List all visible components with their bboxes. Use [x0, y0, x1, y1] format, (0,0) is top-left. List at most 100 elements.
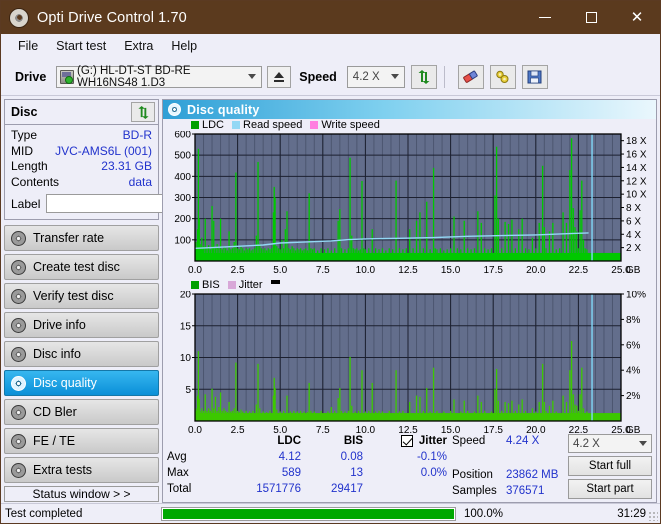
- sidebar-item-label: CD Bler: [33, 405, 77, 420]
- svg-text:4%: 4%: [626, 366, 641, 377]
- erase-button[interactable]: [457, 64, 484, 89]
- svg-text:7.5: 7.5: [316, 425, 330, 436]
- eject-icon-bar: [274, 79, 285, 82]
- menu-item-extra[interactable]: Extra: [115, 37, 162, 55]
- legend-item-write-speed: Write speed: [310, 119, 380, 131]
- chevron-down-icon: [390, 74, 399, 79]
- sidebar-item-cd-bler[interactable]: CD Bler: [4, 399, 159, 426]
- menu-item-help[interactable]: Help: [162, 37, 206, 55]
- svg-text:15.0: 15.0: [441, 425, 461, 436]
- speed-label: Speed: [299, 69, 337, 84]
- disc-properties: Type BD-R MID JVC-AMS6L (001) Length 23.…: [5, 125, 246, 219]
- panel-title: Disc quality: [187, 102, 260, 117]
- sidebar-item-create-test-disc[interactable]: Create test disc: [4, 254, 159, 281]
- legend-swatch-ldc: [191, 121, 199, 129]
- stats-row-label: Max: [167, 467, 189, 479]
- test-buttons: 4.2 X Start full Start part: [568, 433, 652, 499]
- test-readouts: Speed 4.24 X Position 23862 MB Samples 3…: [452, 433, 568, 499]
- drive-label: Drive: [15, 69, 47, 84]
- position-value: 23862 MB: [506, 469, 559, 481]
- sidebar-item-verify-test-disc[interactable]: Verify test disc: [4, 283, 159, 310]
- window-controls: ✕: [522, 1, 660, 34]
- sidebar-item-transfer-rate[interactable]: Transfer rate: [4, 225, 159, 252]
- samples-value: 376571: [506, 485, 545, 497]
- svg-text:10%: 10%: [626, 291, 646, 301]
- speed-select-value: 4.2 X: [352, 70, 380, 83]
- stats-max-jitter: 0.0%: [420, 467, 447, 479]
- readout-position: Position 23862 MB: [452, 467, 568, 483]
- menu-item-file[interactable]: File: [9, 37, 47, 55]
- close-button[interactable]: ✕: [614, 1, 660, 34]
- disc-refresh-button[interactable]: [131, 102, 155, 122]
- legend-marker-dash: [270, 280, 280, 284]
- legend-item-ldc: LDC: [191, 119, 224, 131]
- svg-text:10: 10: [180, 353, 192, 364]
- sidebar-item-label: Verify test disc: [33, 289, 114, 304]
- svg-text:20: 20: [180, 291, 192, 301]
- disc-icon: [11, 317, 26, 333]
- drive-select[interactable]: (G:) HL-DT-ST BD-RE WH16NS48 1.D3: [56, 64, 263, 89]
- test-speed-select-value: 4.2 X: [573, 437, 600, 450]
- stats-total-ldc: 1571776: [256, 483, 301, 495]
- svg-text:6 X: 6 X: [626, 216, 641, 227]
- sidebar-item-disc-quality[interactable]: Disc quality: [4, 370, 159, 397]
- jitter-checkbox[interactable]: [400, 435, 413, 447]
- svg-text:2 X: 2 X: [626, 243, 641, 254]
- start-part-button[interactable]: Start part: [568, 479, 652, 499]
- svg-text:400: 400: [174, 172, 191, 183]
- disc-label-label: Label: [11, 196, 41, 211]
- legend-label-bis: BIS: [202, 279, 220, 291]
- disc-icon: [11, 346, 26, 362]
- stats-total-bis: 29417: [331, 483, 363, 495]
- tools-button[interactable]: [489, 64, 516, 89]
- status-message: Test completed: [5, 507, 83, 520]
- elapsed-time: 31:29: [617, 507, 646, 520]
- save-button[interactable]: [521, 64, 548, 89]
- stats-row-label: Total: [167, 483, 192, 495]
- svg-text:18 X: 18 X: [626, 136, 647, 147]
- stats-table: LDC BIS Jitter Avg 4.12 0.08 -0.1% Max 5…: [167, 433, 452, 499]
- toolbar: Drive (G:) HL-DT-ST BD-RE WH16NS48 1.D3 …: [1, 58, 660, 96]
- status-window-button[interactable]: Status window > >: [4, 486, 159, 503]
- refresh-arrows-icon: [418, 69, 430, 84]
- disc-icon: [11, 404, 26, 420]
- drive-select-value: (G:) HL-DT-ST BD-RE WH16NS48 1.D3: [76, 64, 191, 89]
- speed-select[interactable]: 4.2 X: [346, 65, 405, 88]
- legend-label-read-speed: Read speed: [243, 119, 303, 131]
- readout-spacer: [452, 449, 568, 467]
- resize-grip[interactable]: [648, 511, 658, 521]
- sidebar-item-label: Create test disc: [33, 260, 120, 275]
- refresh-button[interactable]: [410, 64, 437, 89]
- minimize-button[interactable]: [522, 1, 568, 34]
- chevron-down-icon: [248, 74, 257, 79]
- start-full-button[interactable]: Start full: [568, 456, 652, 476]
- table-row: Max 589 13 0.0%: [167, 465, 452, 481]
- status-bar: Test completed 100.0% 31:29: [1, 503, 660, 523]
- svg-text:100: 100: [174, 235, 191, 246]
- sidebar-item-fe-te[interactable]: FE / TE: [4, 428, 159, 455]
- disc-icon: [11, 230, 26, 246]
- sidebar-item-label: Disc quality: [33, 376, 97, 391]
- save-floppy-icon: [527, 70, 542, 83]
- samples-label: Samples: [452, 485, 497, 497]
- sidebar-item-disc-info[interactable]: Disc info: [4, 341, 159, 368]
- statistics-panel: LDC BIS Jitter Avg 4.12 0.08 -0.1% Max 5…: [163, 431, 656, 502]
- bottom-chart[interactable]: 5 10 15 20 2% 4% 6% 8% 10% 0.0 2.5 5.0 7.5 10.0 12.5 15…: [163, 291, 656, 437]
- sidebar: Disc Type BD-R MID JVC-AMS6L (001) Lengt…: [4, 99, 246, 503]
- eject-button[interactable]: [267, 65, 292, 88]
- sidebar-item-extra-tests[interactable]: Extra tests: [4, 457, 159, 484]
- svg-text:17.5: 17.5: [483, 265, 503, 276]
- svg-text:600: 600: [174, 131, 191, 141]
- application-window: Opti Drive Control 1.70 ✕ File Start tes…: [0, 0, 661, 524]
- chevron-down-icon: [639, 441, 647, 446]
- refresh-arrows-icon: [137, 105, 149, 119]
- menu-bar: File Start test Extra Help: [1, 34, 660, 58]
- legend-swatch-jitter: [227, 281, 236, 289]
- menu-item-start-test[interactable]: Start test: [47, 37, 115, 55]
- svg-text:5.0: 5.0: [273, 425, 287, 436]
- maximize-button[interactable]: [568, 1, 614, 34]
- sidebar-nav: Transfer rate Create test disc Verify te…: [4, 225, 159, 484]
- svg-text:20.0: 20.0: [526, 265, 546, 276]
- top-chart[interactable]: 100 200 300 400 500 600 2 X 4 X 6 X 8 X 10 X 12 X 14…: [163, 131, 656, 277]
- sidebar-item-drive-info[interactable]: Drive info: [4, 312, 159, 339]
